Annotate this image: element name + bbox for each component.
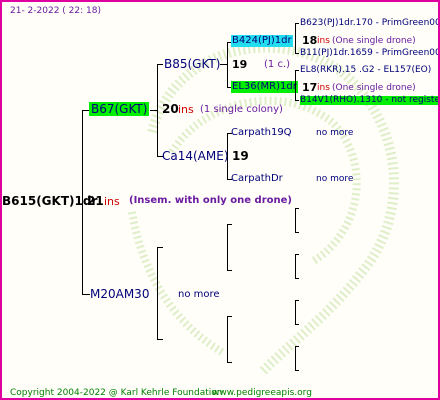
grandparent-b-year: 19 xyxy=(232,149,249,163)
ggp-a-note: (1 c.) xyxy=(264,59,291,70)
connector xyxy=(82,294,90,295)
ggp-c[interactable]: Carpath19Q xyxy=(231,128,292,138)
site-link[interactable]: www.pedigreeapis.org xyxy=(212,389,312,398)
connector xyxy=(220,64,228,65)
root-year: 21 xyxy=(87,194,104,208)
root-queen[interactable]: B615(GKT)1dr xyxy=(2,195,97,207)
pedigree-frame: 21- 2-2022 ( 22: 18) B615(GKT)1dr 21 ins… xyxy=(0,0,440,400)
root-ins: ins xyxy=(104,195,120,208)
parent-top-year: 20 xyxy=(162,102,179,116)
connector xyxy=(295,70,299,71)
parent-queen-top[interactable]: B67(GKT) xyxy=(89,102,150,116)
connector xyxy=(295,346,299,347)
gggp-c-ins: ins xyxy=(317,83,330,93)
connector xyxy=(295,324,299,325)
gggp-c-note: (One single drone) xyxy=(332,83,416,93)
copyright: Copyright 2004-2022 @ Karl Kehrle Founda… xyxy=(10,388,223,398)
grandparent-b[interactable]: Ca14(AME) xyxy=(162,150,229,162)
ggp-b[interactable]: EL36(MR)1dr xyxy=(231,81,298,93)
timestamp: 21- 2-2022 ( 22: 18) xyxy=(10,6,101,16)
connector xyxy=(295,300,296,324)
ggp-d[interactable]: CarpathDr xyxy=(231,174,283,184)
connector xyxy=(227,362,232,363)
connector xyxy=(295,23,296,53)
connector xyxy=(295,254,296,278)
connector xyxy=(295,278,299,279)
connector xyxy=(150,110,158,111)
connector xyxy=(295,53,299,54)
ggp-a[interactable]: B424(PJ)1dr xyxy=(231,35,293,47)
connector xyxy=(227,270,232,271)
gggp-a[interactable]: B623(PJ)1dr.170 - PrimGreen00 xyxy=(300,19,438,28)
connector xyxy=(157,247,163,248)
gggp-a-ins: ins xyxy=(317,36,330,46)
connector xyxy=(295,346,296,370)
grandparent-a[interactable]: B85(GKT) xyxy=(164,58,220,70)
ggp-d-note: no more xyxy=(316,174,354,184)
connector xyxy=(157,64,163,65)
root-note: (Insem. with only one drone) xyxy=(129,195,292,206)
connector xyxy=(295,254,299,255)
parent-top-note: (1 single colony) xyxy=(200,104,283,115)
connector xyxy=(227,133,228,179)
connector xyxy=(295,23,299,24)
gggp-c[interactable]: EL8(RKR).15 .G2 - EL157(EO) xyxy=(300,66,431,75)
ggp-a-year: 19 xyxy=(232,58,248,71)
parent-bottom-note: no more xyxy=(178,289,220,300)
connector xyxy=(157,339,163,340)
ggp-c-note: no more xyxy=(316,128,354,138)
gggp-d[interactable]: B14V1(RHO).1310 - not registe xyxy=(300,96,438,105)
parent-queen-bottom[interactable]: M20AM30 xyxy=(90,288,149,300)
connector xyxy=(227,316,228,362)
gggp-b[interactable]: B11(PJ)1dr.1659 - PrimGreen00 xyxy=(300,49,438,58)
connector xyxy=(295,208,299,209)
connector-root xyxy=(82,110,83,294)
connector xyxy=(295,100,299,101)
connector xyxy=(157,247,158,339)
gggp-a-year: 18 xyxy=(302,34,318,47)
parent-top-ins: ins xyxy=(178,103,194,116)
gggp-c-year: 17 xyxy=(302,81,318,94)
connector xyxy=(295,70,296,100)
connector xyxy=(295,370,299,371)
connector xyxy=(227,224,232,225)
connector xyxy=(295,300,299,301)
connector xyxy=(227,224,228,270)
connector xyxy=(295,208,296,232)
connector xyxy=(295,232,299,233)
gggp-a-note: (One single drone) xyxy=(332,36,416,46)
connector xyxy=(227,316,232,317)
